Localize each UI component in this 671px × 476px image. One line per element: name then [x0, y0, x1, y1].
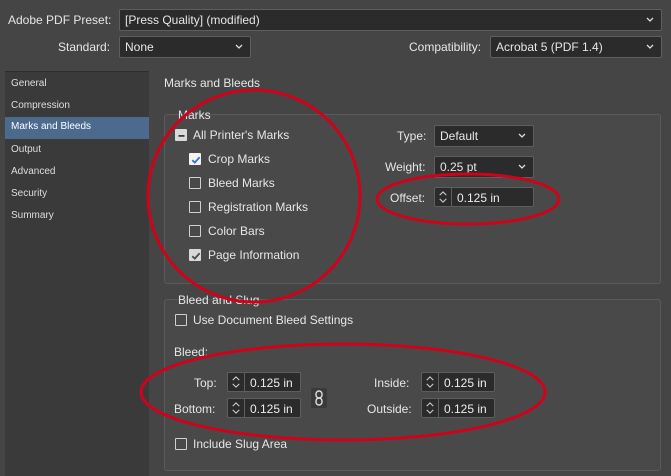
registration-marks-checkbox[interactable] — [189, 201, 201, 213]
inside-bleed-stepper[interactable]: 0.125 in — [421, 372, 495, 392]
preset-label: Adobe PDF Preset: — [8, 13, 112, 27]
chevron-down-icon — [646, 17, 654, 22]
page-information-checkbox[interactable] — [189, 249, 201, 261]
use-document-bleed-label: Use Document Bleed Settings — [193, 313, 354, 327]
include-slug-area-label: Include Slug Area — [193, 437, 288, 451]
chevron-down-icon — [518, 133, 526, 138]
top-label: Top: — [194, 376, 217, 390]
stepper-arrows-icon[interactable] — [228, 399, 245, 417]
top-bleed-value: 0.125 in — [250, 376, 293, 390]
chevron-down-icon — [646, 44, 654, 49]
outside-bleed-stepper[interactable]: 0.125 in — [421, 398, 495, 418]
inside-label: Inside: — [374, 376, 410, 390]
chevron-down-icon — [518, 164, 526, 169]
chain-link-icon — [315, 390, 323, 406]
registration-marks-label: Registration Marks — [208, 200, 309, 214]
all-printers-marks-label: All Printer's Marks — [193, 128, 290, 142]
sidebar-item-output[interactable]: Output — [5, 140, 149, 162]
standard-value: None — [125, 40, 154, 54]
compatibility-dropdown[interactable]: Acrobat 5 (PDF 1.4) — [490, 36, 662, 58]
all-printers-marks-checkbox[interactable] — [175, 129, 187, 141]
sidebar: General Compression Marks and Bleeds Out… — [5, 71, 149, 476]
type-label: Type: — [397, 129, 427, 143]
sidebar-item-general[interactable]: General — [5, 74, 149, 96]
bleed-label: Bleed: — [174, 345, 209, 359]
weight-label: Weight: — [385, 160, 426, 174]
checkmark-icon — [191, 156, 201, 164]
color-bars-checkbox[interactable] — [189, 225, 201, 237]
inside-bleed-value: 0.125 in — [444, 376, 487, 390]
offset-label: Offset: — [390, 191, 426, 205]
sidebar-item-compression[interactable]: Compression — [5, 96, 149, 118]
type-dropdown[interactable]: Default — [434, 125, 534, 147]
chevron-down-icon — [235, 44, 243, 49]
marks-group-title: Marks — [178, 108, 211, 122]
stepper-arrows-icon[interactable] — [435, 188, 452, 206]
standard-dropdown[interactable]: None — [119, 36, 251, 58]
offset-value: 0.125 in — [457, 191, 500, 205]
top-bleed-stepper[interactable]: 0.125 in — [227, 372, 301, 392]
bottom-bleed-value: 0.125 in — [250, 402, 293, 416]
color-bars-label: Color Bars — [208, 224, 265, 238]
compatibility-label: Compatibility: — [409, 40, 482, 54]
bleed-slug-group-title: Bleed and Slug — [178, 293, 260, 307]
compatibility-value: Acrobat 5 (PDF 1.4) — [496, 40, 603, 54]
bottom-bleed-stepper[interactable]: 0.125 in — [227, 398, 301, 418]
crop-marks-label: Crop Marks — [208, 152, 271, 166]
bleed-marks-checkbox[interactable] — [189, 177, 201, 189]
crop-marks-checkbox[interactable] — [189, 153, 201, 165]
sidebar-item-advanced[interactable]: Advanced — [5, 162, 149, 184]
sidebar-item-summary[interactable]: Summary — [5, 206, 149, 228]
sidebar-item-security[interactable]: Security — [5, 184, 149, 206]
link-bleed-values-button[interactable] — [311, 388, 327, 408]
checkmark-icon — [191, 252, 201, 260]
weight-value: 0.25 pt — [440, 160, 477, 174]
preset-dropdown[interactable]: [Press Quality] (modified) — [119, 9, 662, 31]
offset-stepper[interactable]: 0.125 in — [434, 187, 534, 207]
page-information-label: Page Information — [208, 248, 300, 262]
bleed-marks-label: Bleed Marks — [208, 176, 275, 190]
stepper-arrows-icon[interactable] — [228, 373, 245, 391]
stepper-arrows-icon[interactable] — [422, 399, 439, 417]
type-value: Default — [440, 129, 479, 143]
sidebar-item-marks-and-bleeds[interactable]: Marks and Bleeds — [5, 117, 149, 139]
include-slug-area-checkbox[interactable] — [175, 438, 187, 450]
use-document-bleed-checkbox[interactable] — [175, 314, 187, 326]
preset-value: [Press Quality] (modified) — [125, 13, 260, 27]
bottom-label: Bottom: — [174, 402, 216, 416]
panel-title: Marks and Bleeds — [164, 76, 261, 90]
outside-label: Outside: — [367, 402, 412, 416]
standard-label: Standard: — [58, 40, 111, 54]
stepper-arrows-icon[interactable] — [422, 373, 439, 391]
weight-dropdown[interactable]: 0.25 pt — [434, 156, 534, 178]
mixed-state-icon — [178, 135, 185, 137]
outside-bleed-value: 0.125 in — [444, 402, 487, 416]
